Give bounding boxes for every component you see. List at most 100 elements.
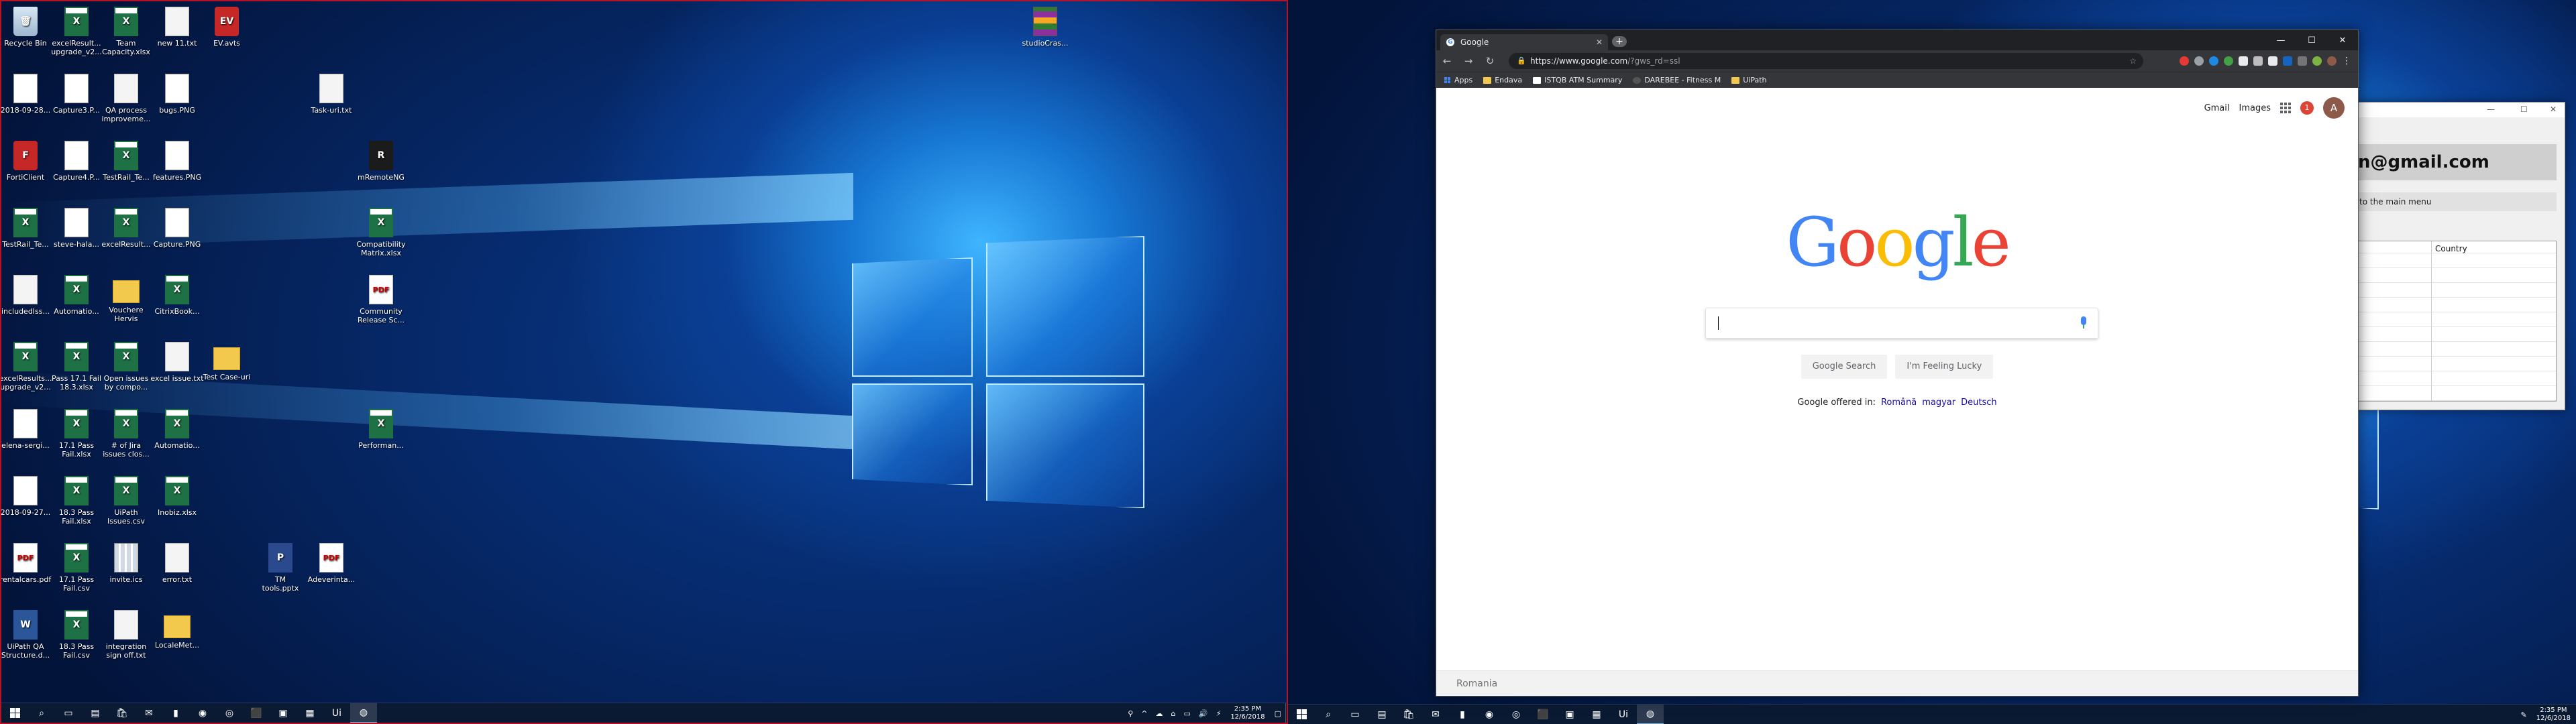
desktop-icon[interactable]: Capture3.P... (50, 74, 103, 115)
start-button[interactable] (1, 703, 28, 723)
desktop-icon[interactable]: X CitrixBook... (150, 275, 204, 316)
extension-icon[interactable] (2194, 56, 2204, 66)
desktop-icon[interactable]: X Compatibility Matrix.xlsx (354, 208, 408, 257)
taskbar-app-icon[interactable]: ▮ (162, 703, 189, 723)
desktop-icon[interactable]: XexcelResult... upgrade_v2... (50, 7, 103, 56)
desktop-icon[interactable]: XexcelResult... (99, 208, 153, 249)
minimize-icon[interactable]: — (2265, 30, 2296, 50)
desktop-icon[interactable]: 🗑 Recycle Bin (1, 7, 52, 48)
desktop-icon[interactable]: integration sign off.txt (99, 610, 153, 660)
taskbar-app-icon[interactable]: Ui (323, 703, 350, 723)
left-monitor-desktop[interactable]: 🗑 Recycle Bin XexcelResult... upgrade_v2..… (0, 0, 1288, 724)
notifications-badge[interactable]: 1 (2300, 101, 2314, 115)
taskbar-app-icon[interactable]: ◍ (1637, 704, 1664, 724)
taskbar-app-icon[interactable]: ✉ (1422, 705, 1449, 724)
desktop-icon[interactable]: bugs.PNG (150, 74, 204, 115)
taskbar-app-icon[interactable]: ▦ (297, 703, 323, 723)
desktop-icon[interactable]: PDF rentalcars.pdf (1, 543, 52, 584)
desktop-icon[interactable]: Capture4.P... (50, 141, 103, 182)
taskbar-app-icon[interactable]: ▤ (82, 703, 109, 723)
taskbar-app-icon[interactable]: ◉ (189, 703, 216, 723)
taskbar-app-icon[interactable]: 🛍 (109, 703, 136, 723)
extension-icon[interactable] (2268, 56, 2277, 66)
new-tab-button[interactable]: + (1612, 36, 1627, 47)
taskbar-app-icon[interactable]: ▮ (1449, 705, 1476, 724)
desktop-icon[interactable]: EV EV.avts (200, 7, 254, 48)
desktop-icon[interactable]: new 11.txt (150, 7, 204, 48)
taskbar-app-icon[interactable]: ⌕ (28, 703, 55, 723)
desktop-icon[interactable]: RmRemoteNG (354, 141, 408, 182)
taskbar-app-icon[interactable]: ◎ (216, 703, 243, 723)
desktop-icon[interactable]: invite.ics (99, 543, 153, 584)
extension-icon[interactable] (2224, 56, 2233, 66)
taskbar-app-icon[interactable]: Ui (1610, 705, 1637, 724)
taskbar-app-icon[interactable]: ▣ (270, 703, 297, 723)
language-link-german[interactable]: Deutsch (1961, 398, 1997, 408)
taskbar-app-icon[interactable]: ▤ (1368, 705, 1395, 724)
minimize-icon[interactable]: — (2487, 105, 2495, 114)
taskbar-app-icon[interactable]: ◉ (1476, 705, 1503, 724)
reload-icon[interactable]: ↻ (1479, 55, 1501, 67)
desktop-icon[interactable]: F FortiClient (1, 141, 52, 182)
desktop-icon[interactable]: 2018-09-28... (1, 74, 52, 115)
extension-icon[interactable] (2239, 56, 2248, 66)
desktop-icon[interactable]: studioCras... (1018, 7, 1072, 48)
desktop-icon[interactable]: steve-hala... (50, 208, 103, 249)
microphone-icon[interactable] (2080, 316, 2087, 330)
bookmark-star-icon[interactable]: ☆ (2129, 53, 2137, 69)
tray-icon[interactable]: ⌂ (1167, 709, 1179, 718)
uipath-extension-icon[interactable] (2283, 56, 2292, 66)
desktop-icon[interactable]: X Automatio... (150, 409, 204, 450)
action-center-icon[interactable]: ▢ (1271, 709, 1285, 718)
desktop-icon[interactable]: Test Case-uri (200, 342, 254, 381)
desktop-icon[interactable]: features.PNG (150, 141, 204, 182)
pen-icon[interactable]: ✎ (2517, 711, 2531, 719)
taskbar-clock[interactable]: 2:35 PM 12/6/2018 (1225, 705, 1270, 721)
tray-icon[interactable]: ^ (1137, 709, 1151, 718)
maximize-icon[interactable]: ☐ (2296, 30, 2327, 50)
taskbar-app-icon[interactable]: ◎ (1503, 705, 1529, 724)
gmail-link[interactable]: Gmail (2204, 103, 2230, 113)
desktop-icon[interactable]: X TestRail_Te... (1, 208, 52, 249)
google-apps-icon[interactable] (2280, 103, 2291, 113)
taskbar-clock[interactable]: 2:35 PM 12/6/2018 (2531, 707, 2576, 723)
desktop-icon[interactable]: LocaleMet... (150, 610, 204, 650)
desktop-icon[interactable]: XexcelResults... upgrade_v2... (1, 342, 52, 391)
extension-icon[interactable] (2253, 56, 2263, 66)
desktop-icon[interactable]: 2018-09-27... (1, 476, 52, 517)
taskbar-app-icon[interactable]: ▭ (55, 703, 82, 723)
taskbar-app-icon[interactable]: ▣ (1556, 705, 1583, 724)
taskbar-app-icon[interactable]: ▦ (1583, 705, 1610, 724)
desktop-icon[interactable]: X Performan... (354, 409, 408, 450)
tray-icon[interactable]: ▭ (1179, 709, 1194, 718)
desktop-icon[interactable]: P TM tools.pptx (254, 543, 307, 593)
taskbar-app-icon[interactable]: ⌕ (1315, 705, 1342, 724)
bookmark-istqb[interactable]: ISTQB ATM Summary (1533, 76, 1622, 84)
close-tab-icon[interactable]: ✕ (1596, 34, 1603, 50)
bookmark-darebee[interactable]: DAREBEE - Fitness M (1633, 76, 1721, 84)
desktop-icon[interactable]: Task-uri.txt (305, 74, 358, 115)
taskbar-app-icon[interactable]: 🛍 (1395, 705, 1422, 724)
extension-icon[interactable] (2209, 56, 2218, 66)
desktop-icon[interactable]: X # of Jira issues clos... (99, 409, 153, 459)
bookmark-uipath[interactable]: UiPath (1731, 76, 1767, 84)
desktop-icon[interactable]: PDF Community Release Sc... (354, 275, 408, 324)
desktop-icon[interactable]: Vouchere Hervis (99, 275, 153, 323)
tray-icon[interactable]: 🔊 (1195, 709, 1212, 718)
desktop-icon[interactable]: X 18.3 Pass Fail.xlsx (50, 476, 103, 526)
desktop-icon[interactable]: X TestRail_Te... (99, 141, 153, 182)
desktop-icon[interactable]: QA process improveme... (99, 74, 153, 123)
desktop-icon[interactable]: X Team Capacity.xlsx (99, 7, 153, 56)
desktop-icon[interactable]: PDF Adeverinta... (305, 543, 358, 584)
desktop-icon[interactable]: excel issue.txt (150, 342, 204, 383)
extension-icon[interactable] (2298, 56, 2307, 66)
desktop-icon[interactable]: error.txt (150, 543, 204, 584)
browser-tab[interactable]: G Google ✕ (1440, 34, 1608, 50)
close-icon[interactable]: ✕ (2550, 105, 2557, 114)
account-avatar[interactable]: A (2323, 97, 2345, 119)
desktop-icon[interactable]: Capture.PNG (150, 208, 204, 249)
forward-icon[interactable]: → (1458, 55, 1479, 67)
language-link-hungarian[interactable]: magyar (1922, 398, 1955, 408)
feeling-lucky-button[interactable]: I'm Feeling Lucky (1895, 355, 1994, 379)
images-link[interactable]: Images (2239, 103, 2271, 113)
